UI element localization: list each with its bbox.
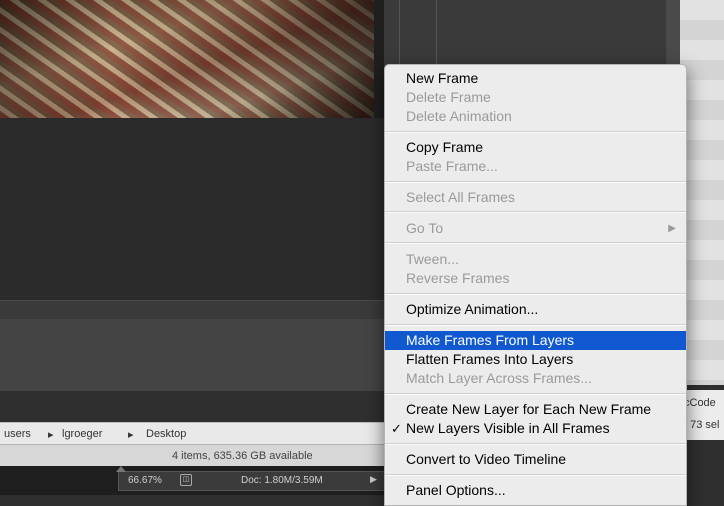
menu-item-label: Make Frames From Layers	[406, 332, 575, 348]
finder-status-bar: 4 items, 635.36 GB available	[0, 444, 384, 467]
panel-scrollbar[interactable]	[666, 0, 680, 64]
panel-divider	[399, 0, 400, 64]
path-item[interactable]: users	[4, 428, 31, 440]
canvas-vignette	[0, 0, 374, 118]
menu-item-match-layer-across-frames[interactable]: Match Layer Across Frames...	[385, 369, 686, 388]
menu-item-label: New Layers Visible in All Frames	[406, 420, 610, 436]
menu-item-copy-frame[interactable]: Copy Frame	[385, 138, 686, 157]
menu-item-new-layers-visible-all-frames[interactable]: ✓ New Layers Visible in All Frames	[385, 419, 686, 438]
menu-item-label: Create New Layer for Each New Frame	[406, 401, 652, 417]
path-item[interactable]: Desktop	[146, 428, 186, 440]
finder-status-text: 4 items, 635.36 GB available	[172, 450, 313, 462]
menu-item-create-new-layer-each-frame[interactable]: Create New Layer for Each New Frame	[385, 400, 686, 419]
menu-separator	[385, 474, 686, 476]
menu-separator	[385, 211, 686, 213]
menu-item-flatten-frames-into-layers[interactable]: Flatten Frames Into Layers	[385, 350, 686, 369]
animation-panel-header	[0, 300, 384, 320]
menu-separator	[385, 242, 686, 244]
menu-item-optimize-animation[interactable]: Optimize Animation...	[385, 300, 686, 319]
checkmark-icon: ✓	[391, 421, 402, 436]
menu-separator	[385, 181, 686, 183]
menu-separator	[385, 324, 686, 326]
path-item[interactable]: lgroeger	[62, 428, 102, 440]
menu-item-convert-to-video-timeline[interactable]: Convert to Video Timeline	[385, 450, 686, 469]
menu-item-label: Copy Frame	[406, 139, 484, 155]
zoom-level[interactable]: 66.67%	[128, 475, 162, 486]
menu-item-make-frames-from-layers[interactable]: Make Frames From Layers	[385, 331, 686, 350]
finder-column-text: cCode	[684, 397, 716, 409]
menu-item-select-all-frames[interactable]: Select All Frames	[385, 188, 686, 207]
status-menu-arrow-icon[interactable]: ▶	[370, 474, 377, 485]
submenu-arrow-icon: ▶	[668, 223, 676, 234]
animation-panel-context-menu: New Frame Delete Frame Delete Animation …	[384, 64, 687, 506]
status-bar-handle-icon	[116, 466, 126, 472]
canvas-edge	[374, 0, 384, 118]
menu-item-delete-frame[interactable]: Delete Frame	[385, 88, 686, 107]
path-separator: ▸	[48, 429, 54, 441]
photoshop-status-bar: 66.67% ◫ Doc: 1.80M/3.59M ▶	[0, 466, 386, 495]
menu-item-label: Optimize Animation...	[406, 301, 539, 317]
menu-item-label: Match Layer Across Frames...	[406, 370, 592, 386]
menu-item-paste-frame[interactable]: Paste Frame...	[385, 157, 686, 176]
menu-item-label: Go To	[406, 220, 444, 236]
menu-item-new-frame[interactable]: New Frame	[385, 69, 686, 88]
menu-item-reverse-frames[interactable]: Reverse Frames	[385, 269, 686, 288]
menu-item-delete-animation[interactable]: Delete Animation	[385, 107, 686, 126]
menu-separator	[385, 131, 686, 133]
finder-path-bar: users ▸ lgroeger ▸ Desktop	[0, 422, 384, 445]
menu-separator	[385, 393, 686, 395]
menu-item-label: Tween...	[406, 251, 459, 267]
document-size: Doc: 1.80M/3.59M	[241, 475, 323, 486]
menu-separator	[385, 443, 686, 445]
document-info-icon[interactable]: ◫	[180, 474, 192, 486]
menu-item-label: Reverse Frames	[406, 270, 510, 286]
menu-item-go-to[interactable]: Go To ▶	[385, 219, 686, 238]
menu-separator	[385, 293, 686, 295]
menu-item-label: Select All Frames	[406, 189, 515, 205]
menu-item-panel-options[interactable]: Panel Options...	[385, 481, 686, 500]
menu-item-label: Convert to Video Timeline	[406, 451, 567, 467]
menu-item-label: Paste Frame...	[406, 158, 498, 174]
menu-item-label: Delete Frame	[406, 89, 491, 105]
menu-item-label: Panel Options...	[406, 482, 506, 498]
canvas-pasteboard	[0, 118, 384, 300]
panel-divider	[436, 0, 437, 64]
menu-item-label: New Frame	[406, 70, 479, 86]
path-separator: ▸	[128, 429, 134, 441]
menu-item-label: Flatten Frames Into Layers	[406, 351, 574, 367]
animation-panel-body	[0, 319, 384, 391]
menu-item-label: Delete Animation	[406, 108, 512, 124]
menu-item-tween[interactable]: Tween...	[385, 250, 686, 269]
finder-selection-count: f 73 sel	[684, 419, 720, 431]
